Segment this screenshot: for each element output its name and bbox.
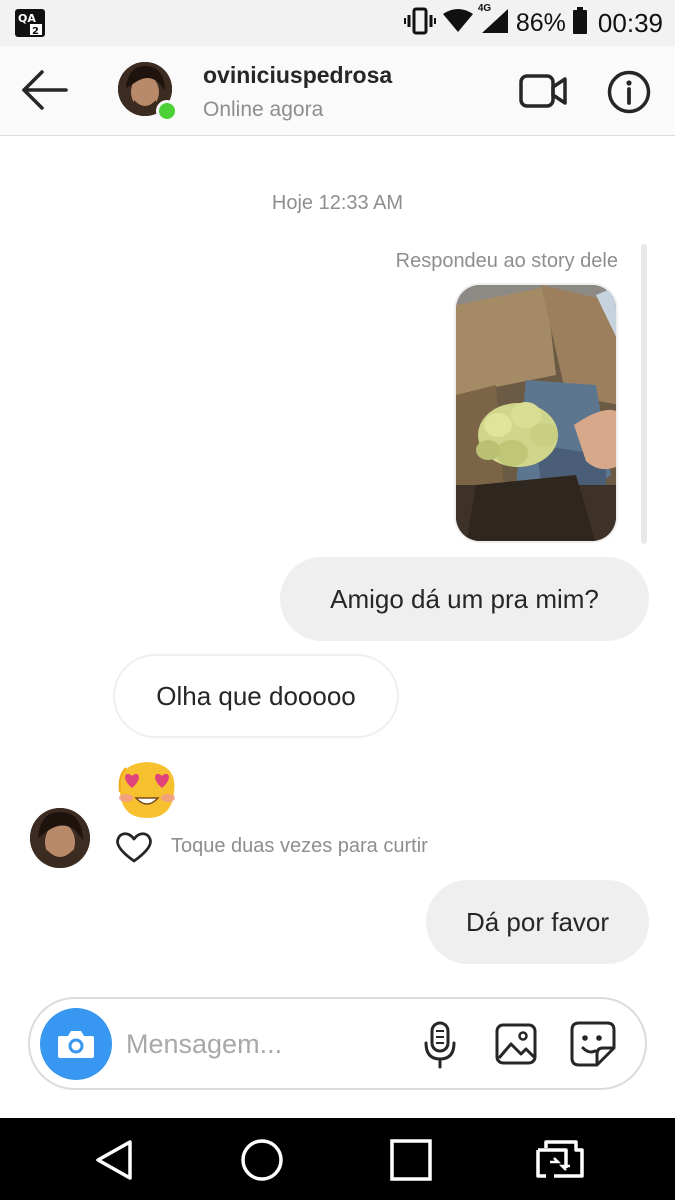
camera-icon — [58, 1031, 94, 1058]
info-button[interactable] — [606, 69, 652, 115]
vibrate-icon — [403, 7, 436, 40]
heart-eyes-emoji-icon[interactable] — [112, 758, 182, 822]
nav-back-button[interactable] — [90, 1136, 138, 1184]
thread-timestamp: Hoje 12:33 AM — [271, 192, 404, 214]
contact-avatar-wrap[interactable] — [118, 62, 178, 122]
wifi-icon — [442, 8, 474, 39]
status-indicators: 4G 86% 00:39 — [403, 0, 663, 46]
status-bar: QA 2 4G 86% 00:39 — [0, 0, 675, 46]
signal-icon: 4G — [478, 3, 510, 40]
contact-username[interactable]: oviniciuspedrosa — [203, 62, 392, 89]
double-tap-like-hint: Toque duas vezes para curtir — [171, 835, 428, 857]
sender-avatar[interactable] — [30, 808, 90, 868]
like-heart-button[interactable] — [114, 830, 154, 864]
back-arrow-icon — [22, 70, 68, 110]
battery-percent: 86% — [515, 8, 566, 37]
gallery-icon — [495, 1023, 537, 1065]
heart-icon — [116, 832, 152, 863]
camera-button[interactable] — [40, 1008, 112, 1080]
video-call-button[interactable] — [518, 72, 568, 110]
scroll-indicator — [641, 244, 647, 544]
gallery-button[interactable] — [494, 1022, 538, 1066]
svg-text:QA: QA — [18, 12, 36, 25]
chat-header: oviniciuspedrosa Online agora — [0, 46, 675, 136]
story-reply-label: Respondeu ao story dele — [395, 250, 618, 272]
nav-recents-icon — [390, 1139, 432, 1181]
video-call-icon — [519, 74, 567, 108]
online-indicator — [156, 100, 178, 122]
nav-switch-icon — [536, 1140, 584, 1178]
android-nav-bar — [0, 1118, 675, 1200]
story-thumbnail[interactable] — [454, 283, 618, 543]
message-input[interactable] — [126, 1021, 406, 1067]
back-button[interactable] — [18, 68, 70, 112]
nav-recents-button[interactable] — [387, 1136, 435, 1184]
message-outgoing[interactable]: Amigo dá um pra mim? — [280, 557, 649, 641]
sticker-button[interactable] — [569, 1020, 617, 1068]
sticker-icon — [570, 1021, 616, 1067]
nav-back-icon — [96, 1140, 132, 1180]
nav-home-button[interactable] — [238, 1136, 286, 1184]
network-type: 4G — [477, 2, 492, 14]
nav-switch-button[interactable] — [532, 1136, 588, 1184]
info-icon — [607, 70, 651, 114]
message-incoming[interactable]: Olha que dooooo — [113, 654, 399, 738]
screen-mirror-icon: QA 2 — [14, 8, 46, 38]
microphone-button[interactable] — [422, 1021, 458, 1069]
message-outgoing[interactable]: Dá por favor — [426, 880, 649, 964]
clock: 00:39 — [597, 7, 663, 38]
battery-icon — [572, 6, 588, 40]
svg-text:2: 2 — [32, 26, 39, 37]
microphone-icon — [424, 1021, 456, 1069]
contact-presence: Online agora — [203, 98, 324, 121]
message-composer — [28, 997, 647, 1090]
nav-home-icon — [241, 1139, 283, 1181]
